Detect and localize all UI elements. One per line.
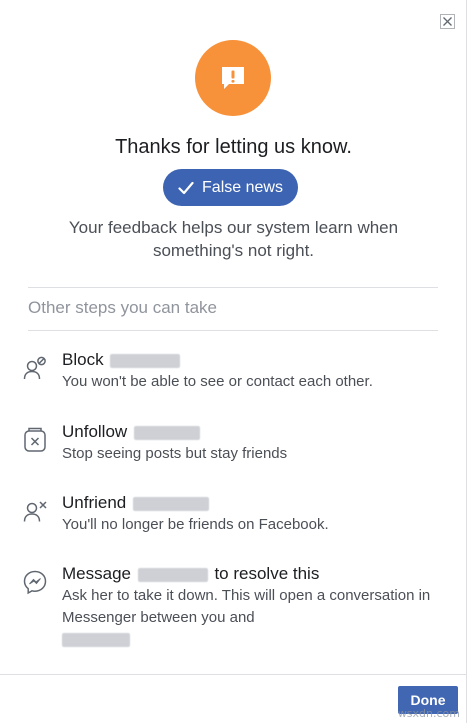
checkmark-icon (178, 181, 194, 195)
message-option[interactable]: Message to resolve this Ask her to take … (20, 563, 440, 653)
message-label: Message (62, 564, 131, 583)
message-label-suffix: to resolve this (214, 564, 320, 583)
block-user-icon (20, 353, 50, 383)
redacted-name (62, 633, 130, 648)
message-description: Ask her to take it down. This will open … (62, 585, 440, 651)
unfriend-option[interactable]: Unfriend You'll no longer be friends on … (20, 492, 440, 536)
dialog-heading: Thanks for letting us know. (115, 136, 352, 158)
unfriend-description: You'll no longer be friends on Facebook. (62, 516, 329, 533)
report-feedback-dialog: Thanks for letting us know. False news Y… (0, 0, 467, 723)
unfriend-label: Unfriend (62, 493, 127, 512)
feedback-line-1: Your feedback helps our system learn whe… (68, 218, 399, 237)
messenger-icon (20, 567, 50, 597)
block-label: Block (62, 350, 104, 369)
other-steps-title: Other steps you can take (28, 298, 217, 317)
block-option[interactable]: Block You won't be able to see or contac… (20, 349, 440, 393)
message-description-text: Ask her to take it down. This will open … (62, 587, 431, 626)
close-icon (442, 16, 453, 27)
unfollow-option[interactable]: Unfollow Stop seeing posts but stay frie… (20, 421, 440, 465)
unfollow-icon (20, 425, 50, 455)
redacted-name (137, 567, 208, 582)
feedback-message: Your feedback helps our system learn whe… (40, 216, 427, 262)
unfollow-label: Unfollow (62, 422, 128, 441)
feedback-line-2: something's not right. (152, 241, 315, 260)
footer-divider (0, 674, 467, 675)
unfollow-description: Stop seeing posts but stay friends (62, 445, 288, 462)
divider (28, 330, 438, 331)
unfriend-icon (20, 496, 50, 526)
selected-reason-pill: False news (163, 169, 298, 206)
redacted-name (133, 496, 209, 511)
watermark: wsxdn.com (397, 707, 460, 720)
redacted-name (110, 353, 181, 368)
redacted-name (133, 425, 200, 440)
selected-reason-label: False news (202, 178, 283, 196)
divider (28, 287, 438, 288)
alert-icon (195, 40, 271, 116)
block-description: You won't be able to see or contact each… (62, 373, 373, 390)
close-button[interactable] (440, 14, 455, 29)
